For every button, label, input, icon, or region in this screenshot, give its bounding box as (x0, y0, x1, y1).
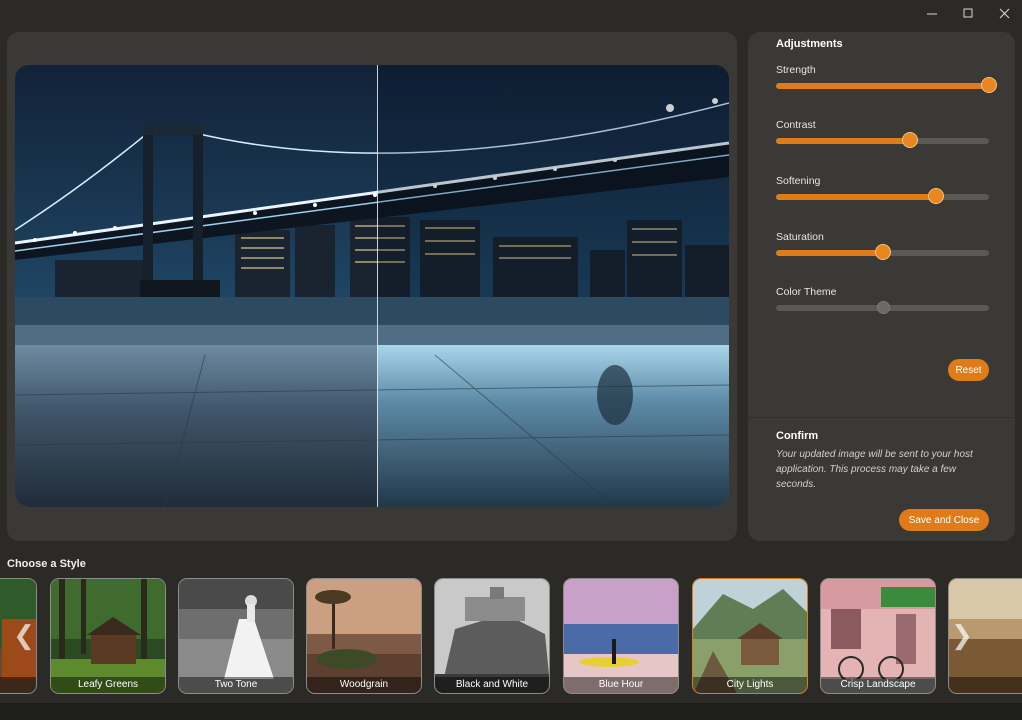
strength-label: Strength (776, 64, 816, 76)
choose-style-heading: Choose a Style (7, 558, 86, 570)
style-thumb-blue-hour[interactable]: Blue Hour (563, 578, 679, 694)
panel-divider (748, 417, 1015, 418)
softening-slider-group: Softening (776, 175, 989, 204)
contrast-slider-group: Contrast (776, 119, 989, 148)
style-strip: ise Leafy Greens Two Tone (0, 578, 1022, 696)
window-controls (914, 0, 1022, 26)
style-thumb-black-and-white[interactable]: Black and White (434, 578, 550, 694)
bridge-photo (15, 65, 729, 507)
close-icon (999, 8, 1009, 18)
saturation-slider[interactable] (776, 244, 989, 260)
save-and-close-button[interactable]: Save and Close (899, 509, 989, 531)
contrast-fill (776, 138, 911, 144)
saturation-label: Saturation (776, 231, 824, 243)
close-button[interactable] (986, 0, 1022, 26)
preview-image (15, 65, 729, 507)
bottom-bar (0, 703, 1022, 720)
strength-slider-group: Strength (776, 64, 997, 93)
style-thumb-city-lights[interactable]: City Lights (692, 578, 808, 694)
confirm-description: Your updated image will be sent to your … (776, 449, 973, 490)
style-label: Crisp Landscape (821, 677, 935, 693)
contrast-label: Contrast (776, 119, 816, 131)
style-label (949, 677, 1022, 693)
saturation-fill (776, 250, 883, 256)
strength-slider[interactable] (776, 77, 997, 93)
style-label: City Lights (693, 677, 807, 693)
strength-thumb[interactable] (981, 77, 997, 93)
color-theme-thumb[interactable] (876, 301, 890, 314)
color-theme-slider[interactable] (776, 301, 989, 314)
style-thumb-two-tone[interactable]: Two Tone (178, 578, 294, 694)
softening-fill (776, 194, 936, 200)
style-label: Leafy Greens (51, 677, 165, 693)
minimize-button[interactable] (914, 0, 950, 26)
before-after-split-handle[interactable] (377, 65, 378, 507)
maximize-icon (963, 8, 972, 17)
style-thumb-crisp-landscape[interactable]: Crisp Landscape (820, 578, 936, 694)
adjustments-panel: Adjustments Strength Contrast Softening … (748, 32, 1015, 541)
saturation-slider-group: Saturation (776, 231, 989, 260)
preview-panel (7, 32, 737, 541)
style-label: Two Tone (179, 677, 293, 693)
scroll-right-arrow-icon[interactable]: ❯ (950, 620, 974, 650)
softening-label: Softening (776, 175, 821, 187)
confirm-title: Confirm (776, 430, 819, 442)
softening-slider[interactable] (776, 188, 989, 204)
minimize-icon (926, 13, 937, 14)
style-label: Blue Hour (564, 677, 678, 693)
style-label: Woodgrain (307, 677, 421, 693)
style-thumb-leafy-greens[interactable]: Leafy Greens (50, 578, 166, 694)
contrast-slider[interactable] (776, 132, 989, 148)
contrast-thumb[interactable] (902, 132, 919, 148)
maximize-button[interactable] (950, 0, 986, 26)
style-thumb-woodgrain[interactable]: Woodgrain (306, 578, 422, 694)
adjustments-title: Adjustments (776, 38, 843, 50)
softening-thumb[interactable] (927, 188, 944, 204)
color-theme-label: Color Theme (776, 286, 837, 298)
strength-fill (776, 83, 989, 89)
style-label: ise (0, 677, 36, 693)
style-label: Black and White (435, 677, 549, 693)
color-theme-slider-group: Color Theme (776, 286, 989, 314)
scroll-left-arrow-icon[interactable]: ❮ (12, 620, 36, 650)
reset-button[interactable]: Reset (948, 359, 989, 381)
saturation-thumb[interactable] (874, 244, 891, 260)
